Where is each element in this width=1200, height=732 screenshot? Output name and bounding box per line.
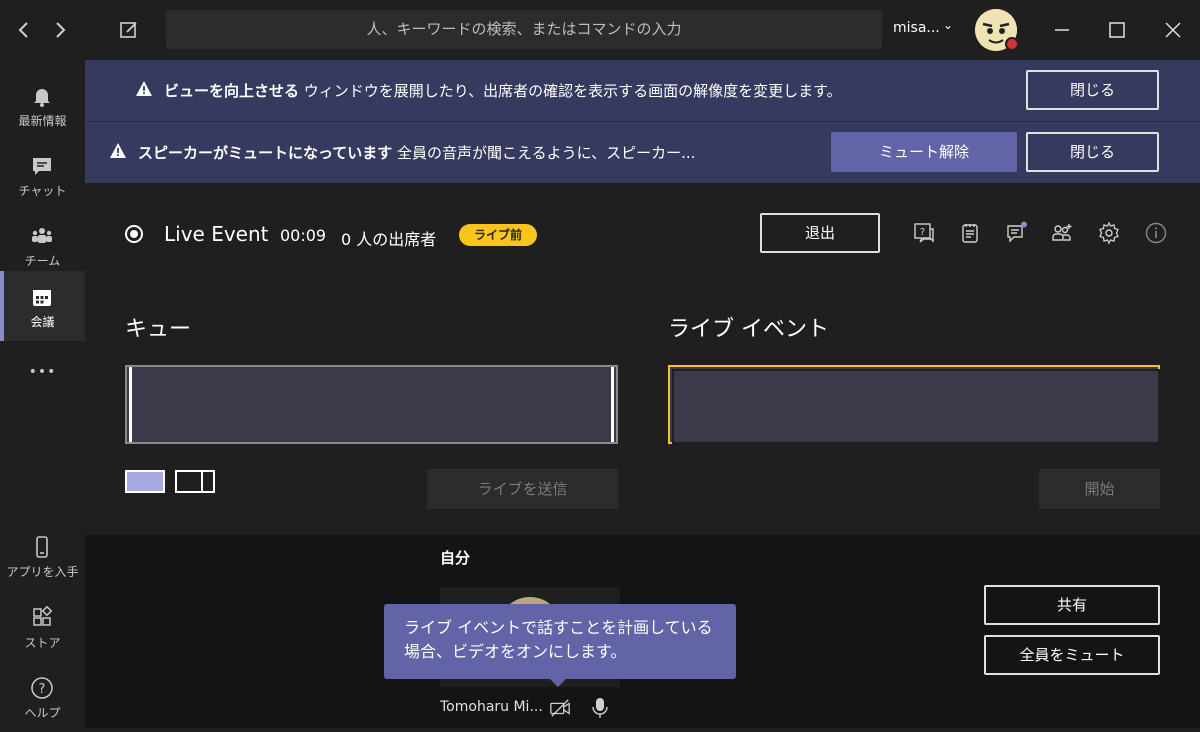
tooltip-arrow [550, 679, 566, 687]
teams-icon [32, 228, 52, 243]
start-button[interactable]: 開始 [1039, 469, 1160, 509]
rail-item-label: チャット [18, 184, 67, 198]
status-badge: ライブ前 [459, 224, 537, 246]
maximize-button[interactable] [1101, 14, 1133, 46]
rail-item-help[interactable]: ? ヘルプ [0, 662, 85, 732]
notes-icon[interactable] [958, 221, 982, 245]
svg-text:?: ? [39, 682, 46, 697]
share-button[interactable]: 共有 [984, 585, 1160, 625]
rail-item-chat[interactable]: チャット [0, 140, 85, 210]
view-improvement-banner: ビューを向上させる ウィンドウを展開したり、出席者の確認を表示する画面の解像度を… [85, 60, 1200, 121]
rail-item-label: 会議 [30, 315, 55, 329]
microphone-icon[interactable] [589, 696, 611, 720]
rail-item-label: チーム [24, 254, 61, 268]
close-mute-banner-button[interactable]: 閉じる [1026, 132, 1159, 172]
split-layout-button[interactable] [175, 470, 215, 493]
banner-title: スピーカーがミュートになっています [138, 144, 393, 162]
close-window-button[interactable] [1157, 14, 1189, 46]
banner-body: 全員の音声が聞こえるように、スピーカー... [392, 144, 696, 162]
rail-item-meetings[interactable]: 会議 [0, 271, 85, 341]
close-icon [1165, 22, 1181, 38]
video-tip-tooltip: ライブ イベントで話すことを計画している場合、ビデオをオンにします。 [384, 604, 736, 679]
self-name: Tomoharu Mi... [440, 699, 543, 715]
chat-icon [33, 158, 51, 175]
forward-button[interactable] [48, 18, 72, 42]
live-preview[interactable] [668, 365, 1160, 444]
chevron-down-icon[interactable]: ⌄ [943, 18, 953, 32]
send-live-button[interactable]: ライブを送信 [427, 469, 618, 509]
search-input[interactable]: 人、キーワードの検索、またはコマンドの入力 [166, 10, 882, 49]
rail-item-activity[interactable]: 最新情報 [0, 70, 85, 140]
rail-item-store[interactable]: ストア [0, 592, 85, 662]
phone-icon [36, 536, 48, 558]
compose-icon [120, 22, 137, 38]
title-bar: 人、キーワードの検索、またはコマンドの入力 misa... ⌄ [0, 0, 1200, 60]
live-title: ライブ イベント [668, 317, 829, 342]
single-layout-button[interactable] [125, 470, 165, 493]
user-name[interactable]: misa... [893, 20, 940, 36]
banner-message: スピーカーがミュートになっています 全員の音声が聞こえるように、スピーカー... [138, 142, 695, 163]
svg-text:?: ? [920, 227, 925, 238]
unmute-button[interactable]: ミュート解除 [831, 132, 1017, 172]
rail-item-get-app[interactable]: アプリを入手 [0, 521, 85, 591]
mute-all-button[interactable]: 全員をミュート [984, 635, 1160, 675]
store-icon [33, 606, 53, 626]
rail-item-label: ストア [24, 636, 61, 650]
event-title: Live Event [164, 222, 269, 246]
gear-icon[interactable] [1097, 221, 1121, 245]
banner-title: ビューを向上させる [164, 82, 300, 100]
help-icon: ? [31, 677, 53, 699]
queue-title: キュー [125, 317, 192, 342]
qa-icon[interactable]: ? [912, 221, 936, 245]
warning-icon [136, 81, 152, 96]
leave-button[interactable]: 退出 [760, 213, 880, 253]
rail-more-button[interactable]: ••• [0, 350, 85, 400]
speaker-muted-banner: スピーカーがミュートになっています 全員の音声が聞こえるように、スピーカー...… [85, 122, 1200, 183]
app-rail: 最新情報 チャット チーム 会議 ••• アプリを入手 ストア ? ヘルプ [0, 60, 85, 728]
minimize-icon [1055, 29, 1069, 31]
self-label: 自分 [440, 549, 471, 567]
presence-busy-badge [1005, 37, 1019, 51]
rail-item-label: アプリを入手 [6, 565, 79, 579]
info-icon[interactable] [1144, 221, 1168, 245]
chevron-right-icon [56, 22, 66, 38]
back-button[interactable] [12, 18, 36, 42]
attendee-count: 0 人の出席者 [341, 230, 437, 249]
participants-icon[interactable] [1050, 221, 1074, 245]
rail-item-teams[interactable]: チーム [0, 210, 85, 280]
live-indicator-icon [125, 225, 143, 243]
minimize-button[interactable] [1046, 14, 1078, 46]
warning-icon [110, 143, 126, 158]
bell-icon [34, 89, 50, 107]
rail-item-label: ヘルプ [24, 706, 61, 720]
more-icon: ••• [28, 364, 57, 380]
calendar-icon [33, 290, 51, 306]
chevron-left-icon [18, 22, 28, 38]
event-timer: 00:09 [280, 226, 327, 245]
meeting-chat-icon[interactable] [1005, 221, 1029, 245]
banner-body: ウィンドウを展開したり、出席者の確認を表示する画面の解像度を変更します。 [299, 82, 842, 100]
camera-off-icon[interactable] [549, 697, 571, 719]
compose-button[interactable] [117, 18, 141, 42]
queue-preview[interactable] [125, 365, 618, 444]
rail-item-label: 最新情報 [18, 114, 67, 128]
banner-message: ビューを向上させる ウィンドウを展開したり、出席者の確認を表示する画面の解像度を… [164, 80, 842, 101]
close-view-banner-button[interactable]: 閉じる [1026, 70, 1159, 110]
maximize-icon [1109, 22, 1125, 38]
